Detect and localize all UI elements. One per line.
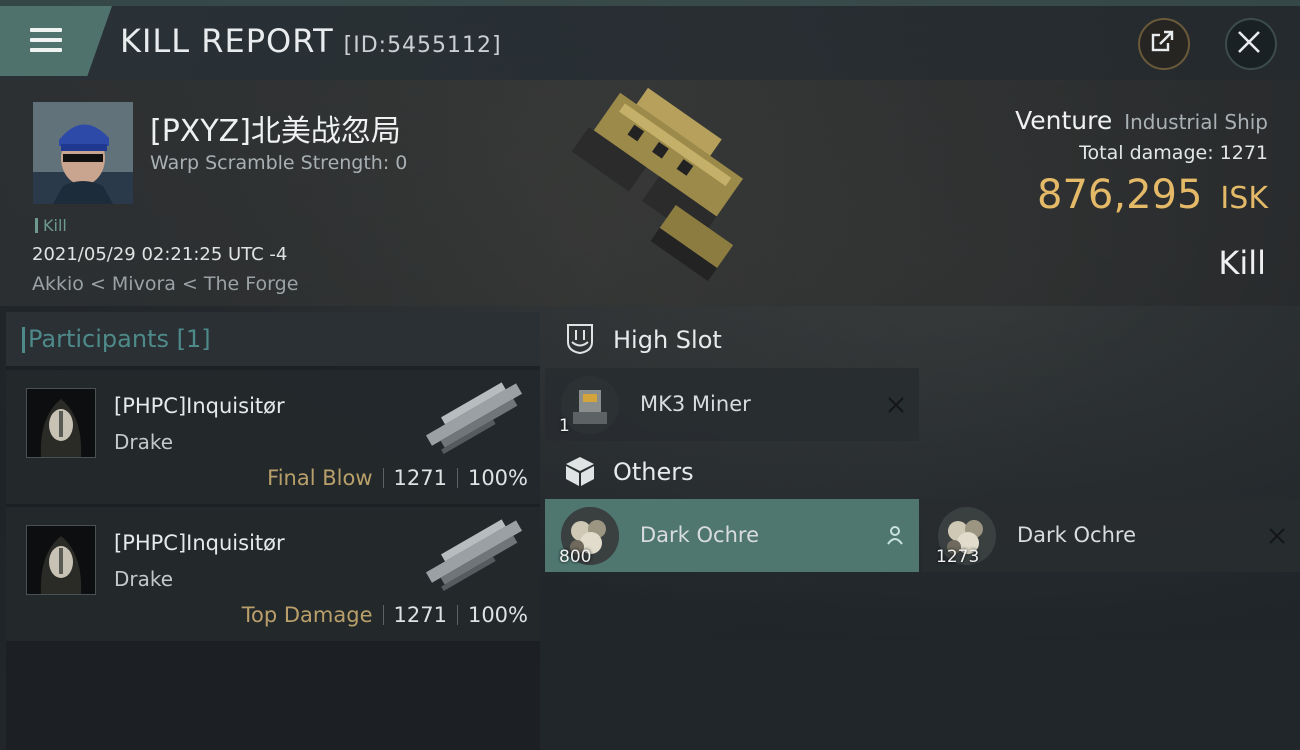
warp-scramble-strength: Warp Scramble Strength: 0 — [150, 152, 408, 174]
divider — [382, 468, 384, 488]
x-icon — [888, 397, 904, 413]
participant-ship-image — [425, 519, 523, 591]
participant-ship-image — [425, 382, 523, 454]
victim-ship-name: Venture — [1015, 106, 1113, 135]
high-slot-header: High Slot — [545, 312, 1300, 366]
item-card[interactable]: 1 MK3 Miner — [545, 368, 919, 441]
close-button[interactable] — [1225, 18, 1277, 70]
participant-damage: 1271 — [393, 603, 447, 627]
cube-icon — [566, 457, 594, 486]
participant-ship: Drake — [114, 430, 174, 454]
participants-title: Participants [1] — [22, 325, 211, 353]
page-title-text: KILL REPORT — [120, 22, 334, 60]
participant-name: [PHPC]Inquisitør — [114, 394, 285, 418]
participant-avatar — [26, 525, 96, 595]
others-header: Others — [545, 444, 1300, 498]
item-quantity: 1273 — [936, 547, 980, 567]
participant-damage: 1271 — [393, 466, 447, 490]
others-label: Others — [613, 458, 694, 486]
item-quantity: 1 — [559, 416, 570, 436]
kill-result: Kill — [1218, 244, 1266, 282]
close-icon — [1238, 31, 1260, 53]
total-damage: Total damage: 1271 — [1079, 142, 1268, 164]
victim-name: [PXYZ]北美战忽局 — [150, 114, 401, 149]
kill-tag: Kill — [35, 216, 67, 235]
person-icon — [887, 526, 903, 545]
x-icon — [1269, 528, 1285, 544]
participant-role: Final Blow — [267, 466, 373, 490]
page-title: KILL REPORT [ID:5455112] — [120, 22, 502, 60]
total-damage-value: 1271 — [1219, 142, 1268, 164]
participant-percent: 100% — [467, 603, 528, 627]
divider — [382, 605, 384, 625]
participant-role: Top Damage — [241, 603, 373, 627]
items-panel: High Slot 1 MK3 Miner Others 800 Dark Oc… — [545, 312, 1300, 750]
item-quantity: 800 — [559, 547, 592, 567]
item-card[interactable]: 800 Dark Ochre — [545, 499, 919, 572]
participants-title-text: Participants — [28, 325, 169, 353]
participant-row[interactable]: [PHPC]Inquisitør Drake Final Blow 1271 100… — [6, 370, 540, 504]
victim-ship-image — [571, 88, 743, 282]
isk-value: 876,295 ISK — [1037, 172, 1268, 218]
item-name: Dark Ochre — [1017, 523, 1136, 547]
participant-name: [PHPC]Inquisitør — [114, 531, 285, 555]
participant-percent: 100% — [467, 466, 528, 490]
high-slot-icon — [567, 324, 593, 355]
isk-amount: 876,295 — [1037, 172, 1203, 218]
participant-ship: Drake — [114, 567, 174, 591]
divider — [456, 605, 458, 625]
kill-location: Akkio < Mivora < The Forge — [32, 273, 299, 295]
participant-avatar — [26, 388, 96, 458]
participant-stats: Top Damage 1271 100% — [242, 603, 528, 627]
participant-row[interactable]: [PHPC]Inquisitør Drake Top Damage 1271 100… — [6, 507, 540, 641]
share-button[interactable] — [1138, 18, 1190, 70]
participants-count: [1] — [176, 325, 211, 353]
divider — [456, 468, 458, 488]
total-damage-label: Total damage: — [1079, 142, 1214, 164]
participant-stats: Final Blow 1271 100% — [267, 466, 528, 490]
victim-ship: Venture Industrial Ship — [1015, 106, 1268, 135]
item-name: Dark Ochre — [640, 523, 759, 547]
kill-timestamp: 2021/05/29 02:21:25 UTC -4 — [32, 244, 288, 265]
victim-ship-class: Industrial Ship — [1124, 110, 1268, 134]
victim-avatar[interactable] — [33, 102, 133, 204]
isk-unit: ISK — [1220, 181, 1268, 216]
item-name: MK3 Miner — [640, 392, 751, 416]
high-slot-label: High Slot — [613, 326, 722, 354]
share-icon — [1151, 30, 1174, 52]
item-card[interactable]: 1273 Dark Ochre — [922, 499, 1300, 572]
report-id: [ID:5455112] — [343, 33, 502, 58]
